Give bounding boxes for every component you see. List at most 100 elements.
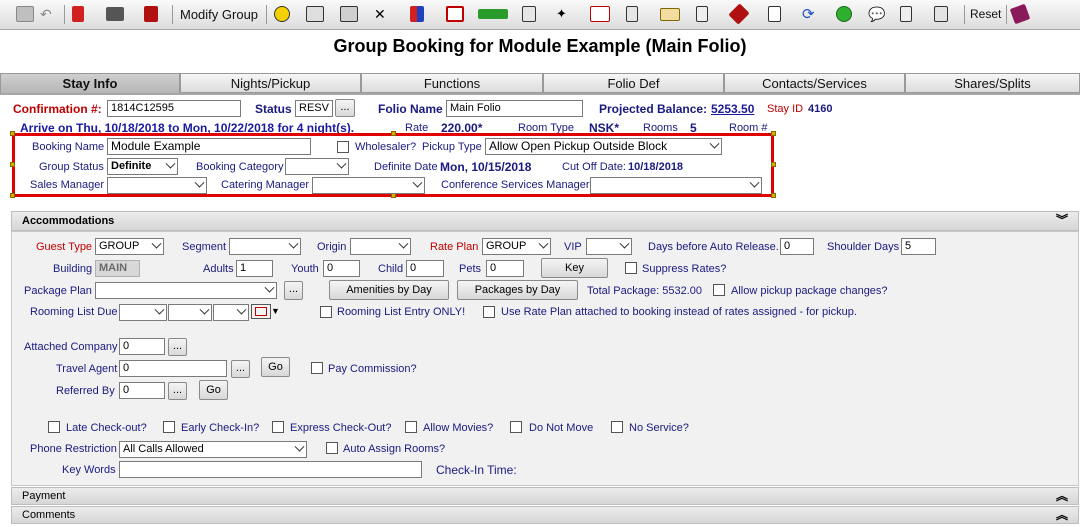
package-plan-lookup-button[interactable]: ... [284, 281, 303, 300]
mail-icon[interactable] [660, 4, 680, 24]
allow-movies-checkbox[interactable] [405, 421, 417, 433]
resize-handle[interactable] [771, 162, 776, 167]
late-checkout-checkbox[interactable] [48, 421, 60, 433]
comments-header[interactable]: Comments ︽ [11, 506, 1079, 524]
amenities-by-day-button[interactable]: Amenities by Day [329, 280, 449, 300]
rooming-due-year-select[interactable] [213, 304, 249, 321]
vip-select[interactable] [586, 238, 632, 255]
tab-nights-pickup[interactable]: Nights/Pickup [180, 73, 361, 93]
tab-folio-def[interactable]: Folio Def [543, 73, 724, 93]
tab-contacts-services[interactable]: Contacts/Services [724, 73, 905, 93]
money-icon[interactable] [478, 4, 508, 24]
projected-balance-link[interactable]: 5253.50 [711, 102, 754, 116]
book-closed-icon[interactable] [1009, 3, 1031, 25]
payment-header[interactable]: Payment ︽ [11, 487, 1079, 505]
resize-handle[interactable] [771, 193, 776, 198]
child-field[interactable]: 0 [406, 260, 444, 277]
magic-icon[interactable]: ✦ [556, 4, 567, 24]
accommodations-header[interactable]: Accommodations ︾ [11, 211, 1079, 231]
suppress-rates-checkbox[interactable] [625, 262, 637, 274]
express-checkout-checkbox[interactable] [272, 421, 284, 433]
resize-handle[interactable] [10, 131, 15, 136]
resize-handle[interactable] [391, 131, 396, 136]
collapse-icon[interactable]: ︾ [1056, 213, 1068, 227]
youth-field[interactable]: 0 [323, 260, 360, 277]
pay-commission-checkbox[interactable] [311, 362, 323, 374]
list-icon[interactable] [696, 4, 708, 24]
group-status-select[interactable]: Definite [107, 158, 178, 175]
refresh-icon[interactable]: ⟳ [802, 4, 815, 24]
cancel-icon[interactable] [446, 4, 464, 24]
reset-button[interactable]: Reset [970, 4, 1001, 24]
tag-icon[interactable] [728, 3, 750, 25]
rooming-list-entry-checkbox[interactable] [320, 306, 332, 318]
pages-icon[interactable] [934, 4, 948, 24]
referred-by-lookup-button[interactable]: ... [168, 382, 187, 400]
no-service-checkbox[interactable] [611, 421, 623, 433]
pickup-type-select[interactable]: Allow Open Pickup Outside Block [485, 138, 722, 155]
document-icon[interactable] [626, 4, 638, 24]
attached-company-lookup-button[interactable]: ... [168, 338, 187, 356]
wholesaler-checkbox[interactable] [337, 141, 349, 153]
book-icon[interactable] [144, 4, 158, 24]
key-words-field[interactable] [119, 461, 422, 478]
checklist-icon[interactable] [768, 4, 781, 24]
key-button[interactable]: Key [541, 258, 608, 278]
segment-select[interactable] [229, 238, 301, 255]
allow-pickup-package-checkbox[interactable] [713, 284, 725, 296]
save-icon[interactable] [16, 4, 34, 24]
pets-field[interactable]: 0 [486, 260, 524, 277]
exit-icon[interactable] [72, 4, 84, 24]
travel-agent-field[interactable]: 0 [119, 360, 227, 377]
sales-manager-select[interactable] [107, 177, 207, 194]
conference-manager-select[interactable] [590, 177, 762, 194]
shoulder-days-field[interactable]: 5 [901, 238, 936, 255]
rooming-due-day-select[interactable] [168, 304, 212, 321]
chat-icon[interactable]: 💬 [868, 4, 885, 24]
resize-handle[interactable] [10, 193, 15, 198]
undo-icon[interactable]: ↶ [40, 4, 52, 24]
tools-icon[interactable]: ✕ [374, 4, 386, 24]
notes-icon[interactable] [306, 4, 324, 24]
copy-icon[interactable] [522, 4, 536, 24]
page-icon[interactable] [900, 4, 912, 24]
tab-shares-splits[interactable]: Shares/Splits [905, 73, 1080, 93]
days-auto-release-field[interactable]: 0 [780, 238, 814, 255]
package-plan-select[interactable] [95, 282, 277, 299]
smiley-icon[interactable] [274, 4, 290, 24]
confirmation-field[interactable]: 1814C12595 [107, 100, 241, 117]
phone-restriction-select[interactable]: All Calls Allowed [119, 441, 307, 458]
use-rate-plan-checkbox[interactable] [483, 306, 495, 318]
status-lookup-button[interactable]: ... [335, 99, 355, 117]
expand-icon[interactable]: ︽ [1056, 508, 1068, 522]
rate-plan-select[interactable]: GROUP [482, 238, 551, 255]
tab-stay-info[interactable]: Stay Info [0, 73, 180, 93]
people-icon[interactable] [410, 4, 424, 24]
origin-select[interactable] [350, 238, 411, 255]
referred-by-go-button[interactable]: Go [199, 380, 228, 400]
attached-company-field[interactable]: 0 [119, 338, 165, 355]
happy-icon[interactable] [836, 4, 852, 24]
booking-category-select[interactable] [285, 158, 349, 175]
guest-type-select[interactable]: GROUP [95, 238, 164, 255]
expand-icon[interactable]: ︽ [1056, 489, 1068, 503]
status-field[interactable]: RESV [295, 100, 333, 117]
modify-group-button[interactable]: Modify Group [180, 4, 258, 24]
call-icon[interactable] [590, 4, 610, 24]
folio-name-field[interactable]: Main Folio [446, 100, 583, 117]
calendar-dropdown-icon[interactable]: ▼ [271, 306, 280, 316]
do-not-move-checkbox[interactable] [510, 421, 522, 433]
print-icon[interactable] [106, 4, 124, 24]
report-icon[interactable] [340, 4, 358, 24]
adults-field[interactable]: 1 [236, 260, 273, 277]
resize-handle[interactable] [10, 162, 15, 167]
calendar-icon[interactable] [251, 304, 271, 319]
referred-by-field[interactable]: 0 [119, 382, 165, 399]
packages-by-day-button[interactable]: Packages by Day [457, 280, 578, 300]
rooming-due-month-select[interactable] [119, 304, 167, 321]
travel-agent-go-button[interactable]: Go [261, 357, 290, 377]
early-checkin-checkbox[interactable] [163, 421, 175, 433]
auto-assign-checkbox[interactable] [326, 442, 338, 454]
travel-agent-lookup-button[interactable]: ... [231, 360, 250, 378]
tab-functions[interactable]: Functions [361, 73, 543, 93]
